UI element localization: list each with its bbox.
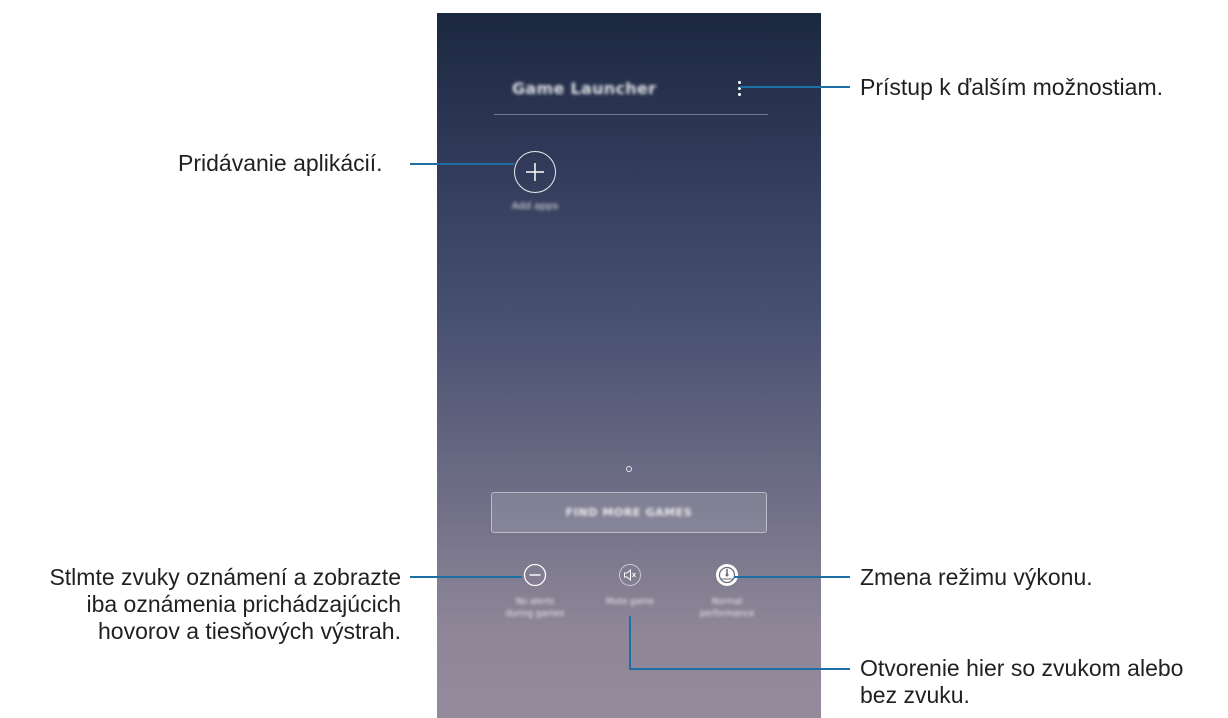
game-launcher-screen: Game Launcher Add apps FIND MORE GAMES N… [437, 13, 821, 718]
annotation-performance: Zmena režimu výkonu. [860, 564, 1093, 590]
title-divider [494, 114, 768, 115]
callout-line-more-options [740, 86, 850, 88]
annotation-no-alerts-line3: hovorov a tiesňových výstrah. [98, 618, 401, 644]
annotation-add-apps: Pridávanie aplikácií. [178, 150, 383, 176]
find-more-games-button[interactable]: FIND MORE GAMES [491, 492, 767, 533]
plus-icon [526, 163, 544, 181]
no-alerts-button[interactable]: No alerts during games [485, 563, 585, 633]
performance-label-line1: Normal [711, 597, 743, 607]
annotation-mute-line2: bez zvuku. [860, 682, 970, 708]
add-apps-label: Add apps [511, 201, 559, 212]
annotation-no-alerts-line2: iba oznámenia prichádzajúcich [86, 591, 401, 617]
speaker-mute-icon [619, 564, 641, 586]
no-alerts-label-line2: during games [505, 609, 565, 619]
speedometer-icon [716, 564, 738, 586]
performance-mode-button[interactable]: Normal performance [677, 563, 777, 633]
add-apps-button[interactable] [514, 151, 556, 193]
performance-label-line2: performance [699, 609, 755, 619]
more-options-icon[interactable] [733, 79, 745, 99]
manual-illustration: Game Launcher Add apps FIND MORE GAMES N… [0, 0, 1228, 718]
mute-game-label-line1: Mute game [605, 597, 655, 607]
callout-line-performance [734, 576, 850, 578]
no-alerts-label-line1: No alerts [515, 597, 555, 607]
callout-line-add-apps [410, 163, 514, 165]
callout-line-no-alerts [410, 576, 522, 578]
find-more-games-label: FIND MORE GAMES [565, 506, 693, 519]
annotation-mute: Otvorenie hier so zvukom alebo bez zvuku… [860, 655, 1183, 709]
callout-line-mute-vertical [629, 616, 631, 670]
annotation-mute-line1: Otvorenie hier so zvukom alebo [860, 655, 1184, 681]
annotation-no-alerts-line1: Stlmte zvuky oznámení a zobrazte [49, 564, 401, 590]
annotation-no-alerts: Stlmte zvuky oznámení a zobrazte iba ozn… [49, 564, 401, 645]
minus-circle-icon [523, 563, 547, 587]
page-indicator [626, 466, 632, 472]
annotation-more-options: Prístup k ďalším možnostiam. [860, 74, 1163, 100]
callout-line-mute-horizontal [629, 668, 850, 670]
app-title: Game Launcher [512, 79, 657, 98]
